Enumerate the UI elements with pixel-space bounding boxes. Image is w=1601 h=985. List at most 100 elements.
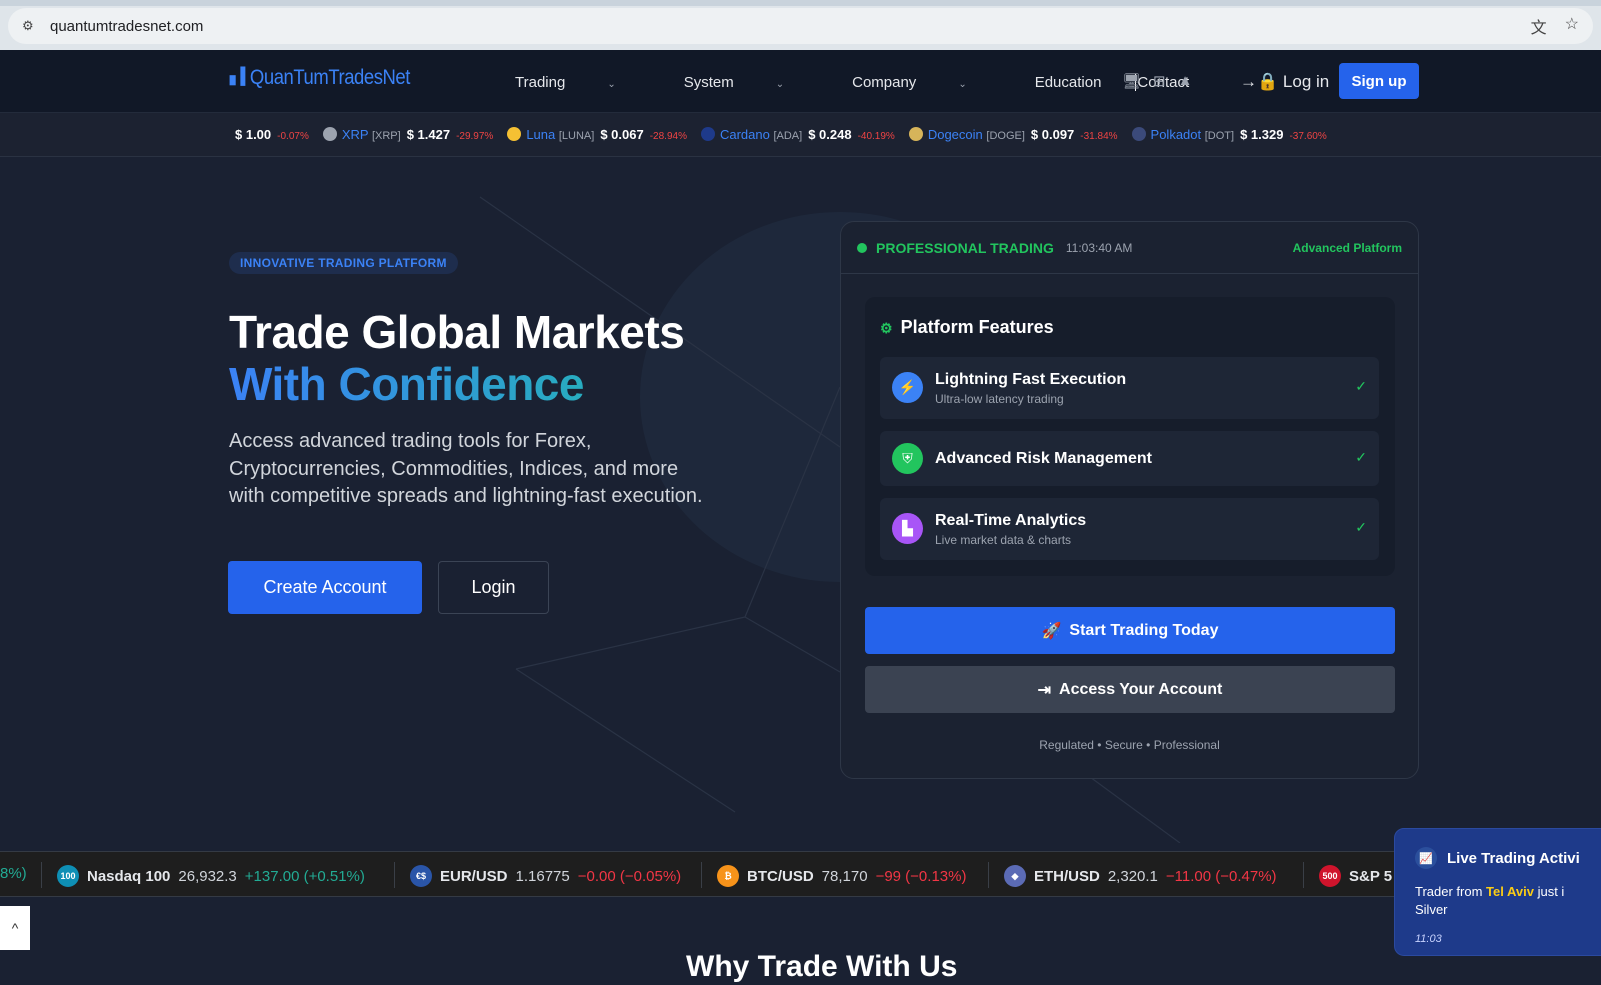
windows-icon[interactable]: ⊞ — [1153, 72, 1166, 90]
coin-symbol: [DOGE] — [986, 130, 1025, 142]
coin-change: -0.07% — [277, 131, 309, 142]
feature-name: Advanced Risk Management — [935, 450, 1152, 467]
feature-name: Real-Time Analytics — [935, 512, 1087, 529]
card-footer: Regulated • Secure • Professional — [1039, 738, 1220, 752]
login-button[interactable]: Login — [438, 561, 549, 614]
symbol-icon: ◆ — [1004, 865, 1026, 887]
clock-time: 11:03:40 AM — [1065, 240, 1133, 255]
crypto-ticker: $ 1.00 -0.07% XRP [XRP] $ 1.427 -29.97% Luna … — [0, 113, 1601, 157]
address-bar[interactable]: ⚙ quantumtradesnet.com 文 ☆ — [8, 8, 1593, 44]
symbol-value: 2,320.1 — [1107, 867, 1158, 885]
coin-name: Luna — [526, 127, 556, 142]
symbol-icon: 500 — [1319, 865, 1341, 887]
tab-strip — [0, 0, 1601, 6]
crypto-ticker-item[interactable]: Polkadot [DOT] $ 1.329 -37.60% — [1131, 127, 1327, 142]
url-text[interactable]: quantumtradesnet.com — [50, 18, 203, 35]
market-ticker-item[interactable]: ₿ BTC/USD 78,170 −99 (−0.13%) — [717, 865, 966, 887]
browser-bar: ⚙ quantumtradesnet.com 文 ☆ — [0, 0, 1601, 50]
android-icon[interactable]: ▲ — [1178, 72, 1193, 90]
features-title-text: Platform Features — [900, 317, 1054, 337]
symbol-name: BTC/USD — [747, 867, 814, 885]
scroll-to-top-button[interactable]: ^ — [0, 906, 30, 950]
market-ticker-item[interactable]: 500 S&P 5 — [1319, 865, 1392, 887]
platform-icons: 🖥 ⊞ ▲ — [1122, 72, 1204, 90]
logo-mark-icon: ▖▌ — [230, 68, 250, 85]
logo[interactable]: ▖▌QuanTumTradesNet — [230, 66, 410, 90]
crypto-ticker-item[interactable]: Cardano [ADA] $ 0.248 -40.19% — [700, 127, 895, 142]
coin-symbol: [LUNA] — [558, 130, 595, 142]
market-ticker-item[interactable]: €$ EUR/USD 1.16775 −0.00 (−0.05%) — [410, 865, 681, 887]
feature-sub: Live market data & charts — [935, 533, 1072, 547]
status-label: PROFESSIONAL TRADING — [876, 239, 1054, 256]
market-ticker-item[interactable]: 8%) — [0, 865, 27, 882]
symbol-change: 8%) — [0, 865, 27, 882]
feature-item: ▙ Real-Time Analytics Live market data &… — [880, 498, 1379, 560]
feature-item: ⚡ Lightning Fast Execution Ultra-low lat… — [880, 357, 1379, 419]
symbol-value: 78,170 — [821, 867, 868, 885]
lightning-icon: ⚡ — [892, 372, 923, 403]
coin-price: $ 0.067 — [600, 127, 644, 142]
signup-button[interactable]: Sign up — [1339, 63, 1419, 99]
create-account-button[interactable]: Create Account — [228, 561, 422, 614]
start-trading-button[interactable]: 🚀 Start Trading Today — [865, 607, 1395, 654]
symbol-icon: €$ — [410, 865, 432, 887]
check-icon: ✓ — [1355, 449, 1367, 465]
chart-line-icon: 📈 — [1415, 847, 1437, 869]
coin-icon — [700, 127, 715, 141]
toast-time: 11:03 — [1415, 933, 1442, 945]
market-ticker: 8%) 100 Nasdaq 100 26,932.3 +137.00 (+0.51%)… — [0, 851, 1601, 897]
crypto-ticker-row: $ 1.00 -0.07% XRP [XRP] $ 1.427 -29.97% Luna … — [229, 127, 1419, 142]
menu-system-label: System — [683, 74, 734, 91]
features-title: ⚙ Platform Features — [880, 317, 1054, 338]
coin-icon — [507, 127, 522, 141]
menu-education[interactable]: Education — [1035, 74, 1102, 91]
card-header: PROFESSIONAL TRADING 11:03:40 AM Advance… — [841, 222, 1418, 274]
chart-area-icon: ▙ — [892, 513, 923, 544]
feature-name: Lightning Fast Execution — [935, 371, 1127, 388]
crypto-ticker-item[interactable]: Dogecoin [DOGE] $ 0.097 -31.84% — [908, 127, 1118, 142]
translate-icon[interactable]: 文 — [1531, 14, 1547, 38]
site-info-icon[interactable]: ⚙ — [22, 18, 38, 34]
market-ticker-item[interactable]: 100 Nasdaq 100 26,932.3 +137.00 (+0.51%) — [57, 865, 365, 887]
login-link[interactable]: →🔒 Log in — [1240, 72, 1329, 92]
live-activity-toast[interactable]: 📈 Live Trading Activi Trader from Tel Avi… — [1394, 828, 1601, 956]
toast-line2: Silver — [1415, 902, 1448, 917]
crypto-ticker-item[interactable]: $ 1.00 -0.07% — [229, 127, 309, 142]
symbol-change: +137.00 (+0.51%) — [244, 867, 365, 885]
coin-name: Polkadot — [1150, 127, 1202, 142]
coin-symbol: [ADA] — [773, 130, 803, 142]
coin-icon — [908, 127, 923, 141]
feature-item: ⛨ Advanced Risk Management ✓ — [880, 431, 1379, 486]
status-dot-icon — [857, 242, 867, 253]
bookmark-star-icon[interactable]: ☆ — [1565, 14, 1579, 38]
coin-change: -28.94% — [649, 131, 687, 142]
check-icon: ✓ — [1355, 519, 1367, 535]
platform-tag: Advanced Platform — [1292, 240, 1402, 255]
coin-price: $ 1.427 — [406, 127, 451, 142]
market-ticker-item[interactable]: ◆ ETH/USD 2,320.1 −11.00 (−0.47%) — [1004, 865, 1277, 887]
ticker-divider — [988, 862, 989, 888]
menu-trading[interactable]: Trading ⌄ — [515, 74, 650, 91]
coin-price: $ 0.097 — [1030, 127, 1075, 142]
gears-icon: ⚙ — [880, 320, 893, 336]
menu-company-label: Company — [852, 74, 917, 91]
ticker-divider — [394, 862, 395, 888]
coin-icon — [322, 127, 337, 141]
crypto-ticker-item[interactable]: Luna [LUNA] $ 0.067 -28.94% — [507, 127, 687, 142]
toast-header: 📈 Live Trading Activi — [1415, 847, 1601, 869]
coin-change: -37.60% — [1289, 131, 1327, 142]
coin-name: Cardano — [719, 127, 770, 142]
symbol-name: EUR/USD — [440, 867, 508, 885]
crypto-ticker-item[interactable]: XRP [XRP] $ 1.427 -29.97% — [322, 127, 493, 142]
symbol-value: 1.16775 — [515, 867, 570, 885]
coin-name: Dogecoin — [927, 127, 983, 142]
menu-system[interactable]: System ⌄ — [684, 74, 818, 91]
symbol-icon: 100 — [57, 865, 79, 887]
coin-change: -40.19% — [857, 131, 895, 142]
menu-company[interactable]: Company ⌄ — [852, 74, 1001, 91]
desktop-icon[interactable]: 🖥 — [1122, 72, 1141, 90]
symbol-name: S&P 5 — [1349, 867, 1393, 885]
shield-icon: ⛨ — [892, 443, 923, 474]
access-account-button[interactable]: ⇥ Access Your Account — [865, 666, 1395, 713]
coin-price: $ 1.329 — [1240, 127, 1284, 142]
